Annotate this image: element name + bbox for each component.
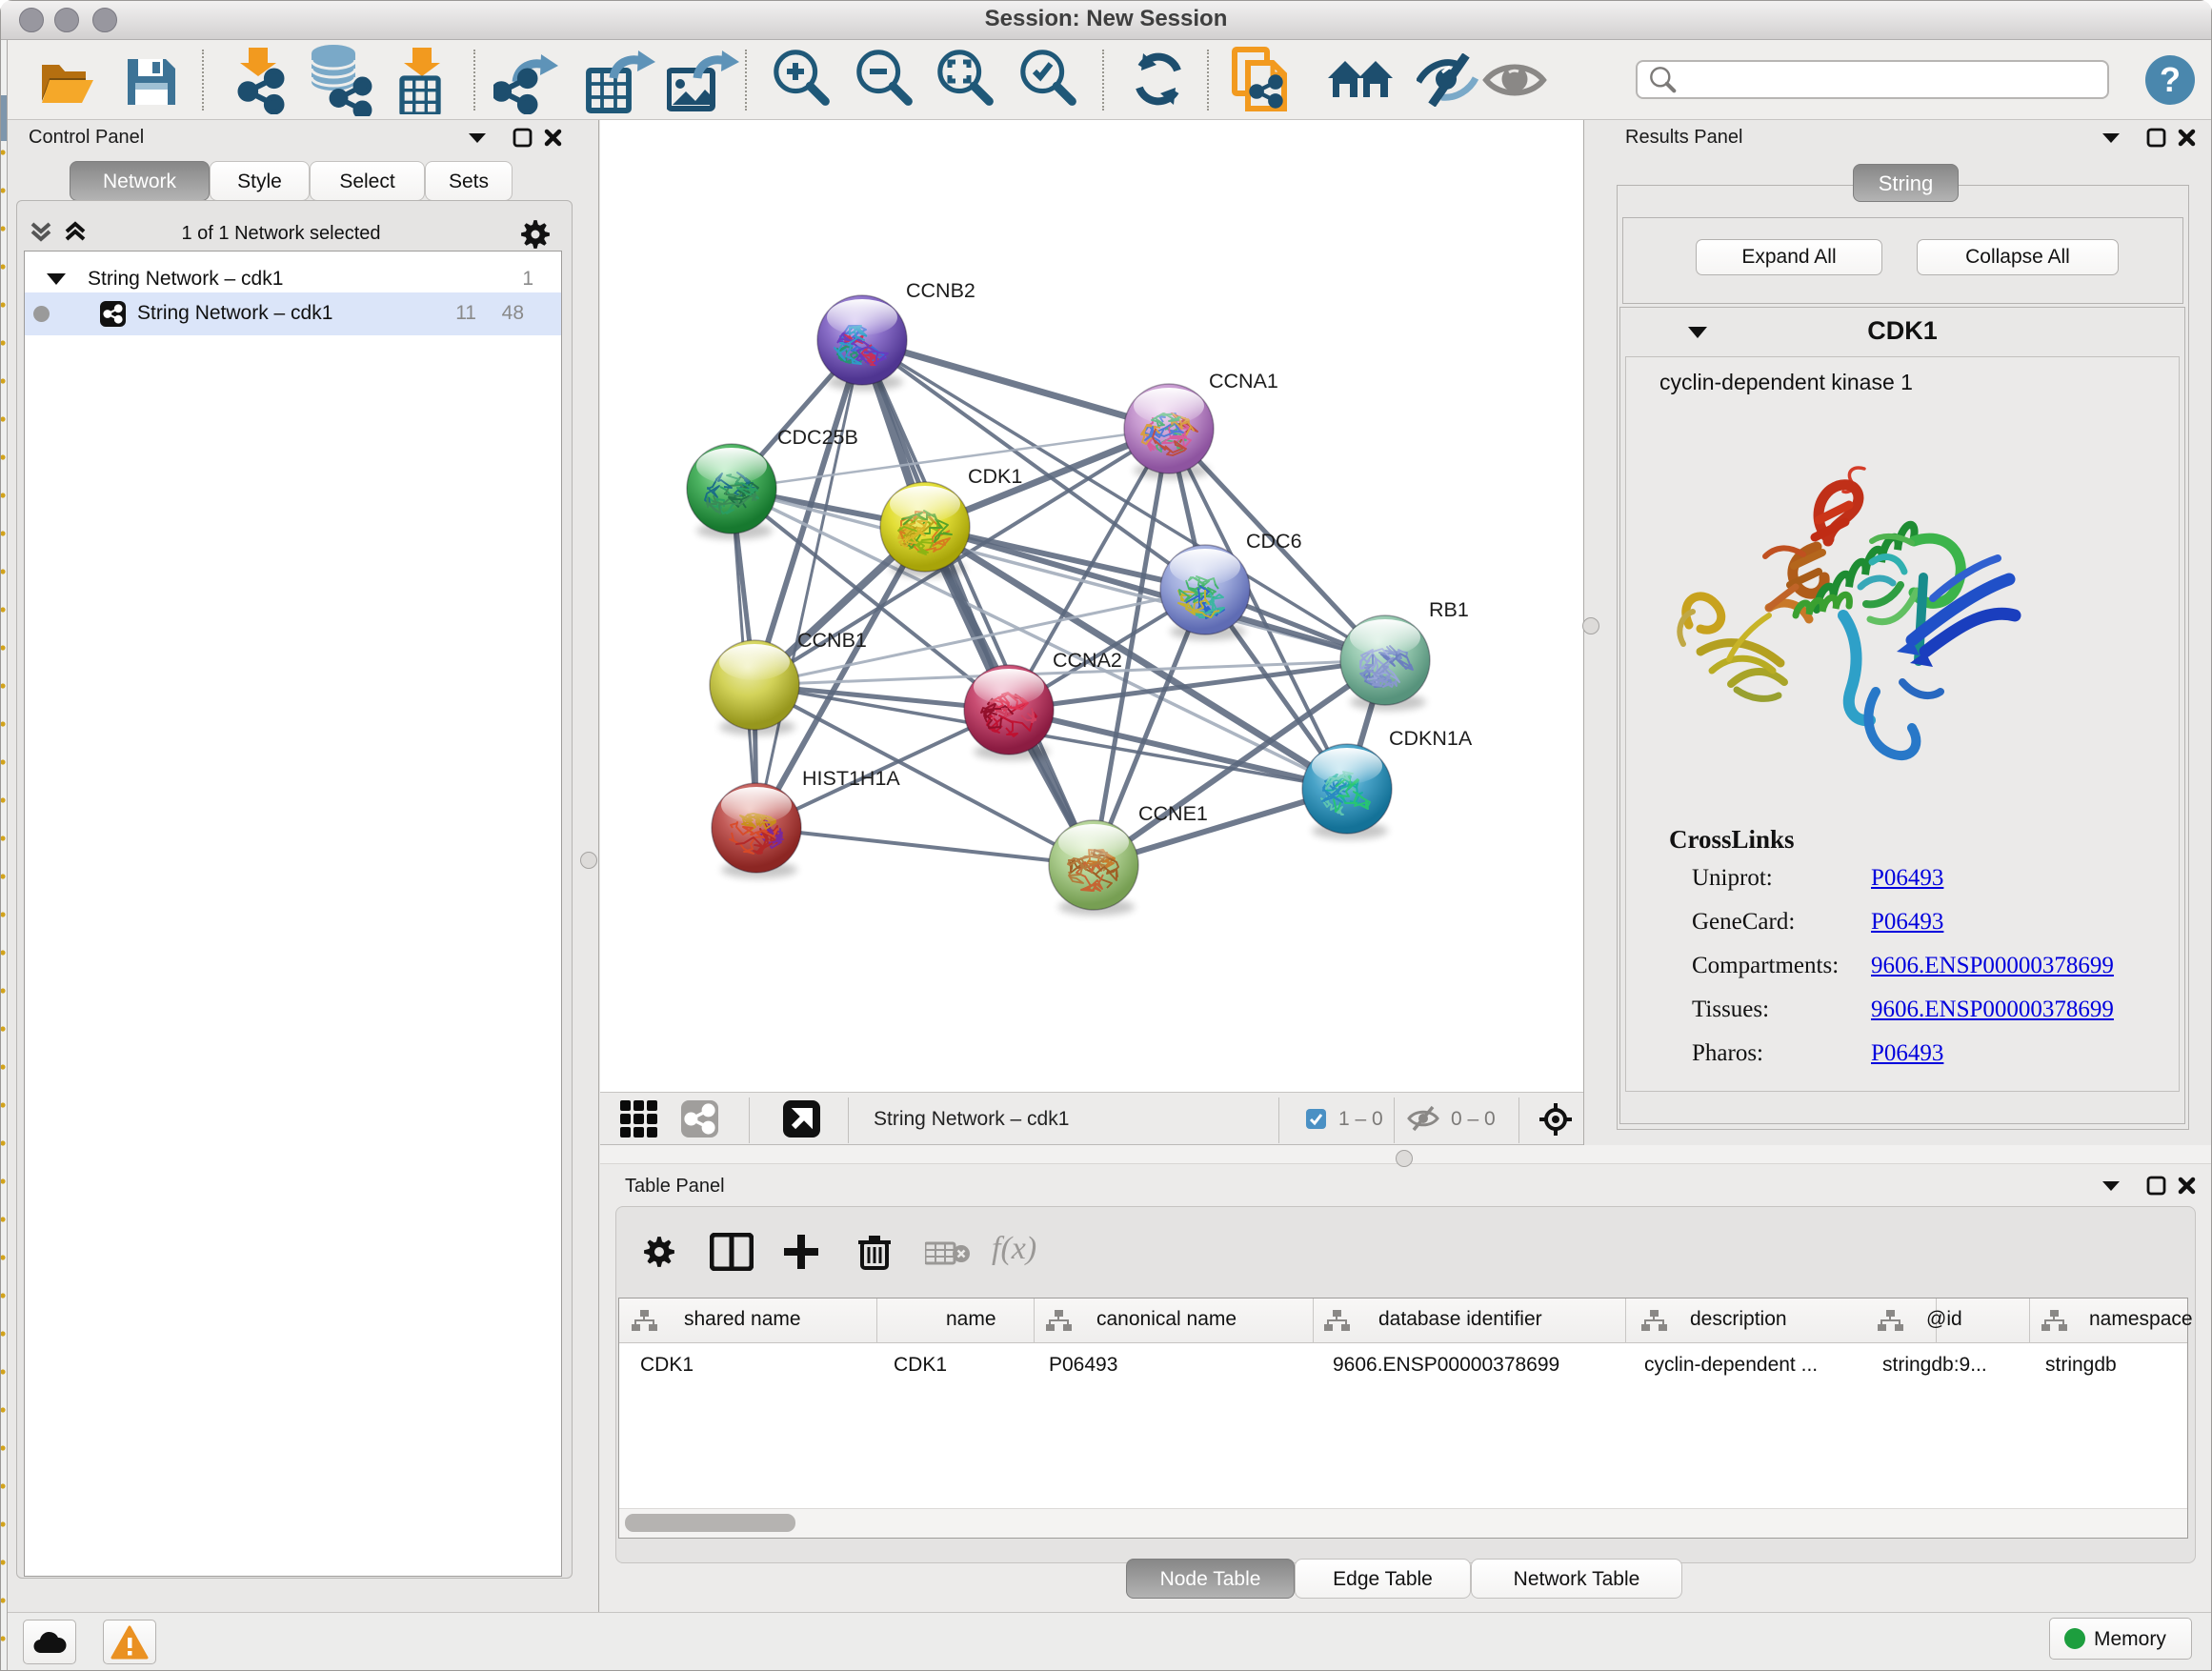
svg-text:CCNB1: CCNB1 <box>797 629 867 652</box>
svg-text:CDC6: CDC6 <box>1246 530 1302 553</box>
svg-text:CCNE1: CCNE1 <box>1138 802 1208 825</box>
svg-text:CDK1: CDK1 <box>968 465 1022 488</box>
svg-text:CDKN1A: CDKN1A <box>1389 727 1473 750</box>
svg-text:CCNB2: CCNB2 <box>906 279 975 302</box>
svg-text:CDC25B: CDC25B <box>777 426 858 449</box>
svg-text:RB1: RB1 <box>1429 598 1469 621</box>
svg-text:HIST1H1A: HIST1H1A <box>802 767 900 790</box>
svg-text:CCNA1: CCNA1 <box>1209 370 1278 393</box>
svg-text:CCNA2: CCNA2 <box>1053 649 1122 672</box>
